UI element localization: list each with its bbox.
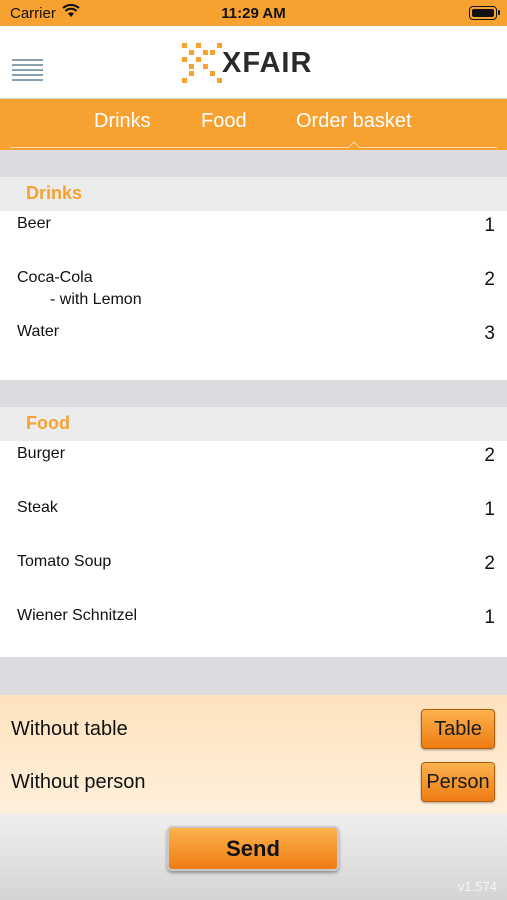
battery-icon bbox=[469, 6, 500, 20]
item-quantity: 2 bbox=[484, 269, 495, 290]
xfair-logo: XFAIR bbox=[180, 41, 312, 85]
xfair-logo-mark-icon bbox=[182, 43, 222, 83]
order-basket-list: Drinks Beer 1 Coca-Cola - with Lemon 2 W… bbox=[0, 150, 507, 657]
category-tabs: Drinks Food Order basket bbox=[0, 99, 507, 150]
tab-order-basket[interactable]: Order basket bbox=[296, 110, 412, 133]
version-label: v1.574 bbox=[457, 879, 497, 894]
list-item[interactable]: Wiener Schnitzel 1 bbox=[0, 603, 507, 657]
item-quantity: 2 bbox=[484, 553, 495, 574]
item-name: Wiener Schnitzel bbox=[17, 607, 138, 624]
tab-underline bbox=[10, 147, 497, 148]
section-header-food: Food bbox=[0, 407, 507, 441]
item-name: Burger bbox=[17, 445, 66, 462]
section-spacer bbox=[0, 150, 507, 177]
list-item[interactable]: Water 3 bbox=[0, 319, 507, 373]
item-quantity: 3 bbox=[484, 323, 495, 344]
drinks-list: Beer 1 Coca-Cola - with Lemon 2 Water 3 bbox=[0, 211, 507, 380]
section-header-drinks: Drinks bbox=[0, 177, 507, 211]
person-button[interactable]: Person bbox=[421, 762, 495, 802]
item-name: Beer bbox=[17, 215, 51, 232]
logo-text: XFAIR bbox=[222, 46, 313, 79]
clock: 11:29 AM bbox=[221, 5, 286, 22]
tab-food[interactable]: Food bbox=[201, 110, 247, 133]
send-button[interactable]: Send bbox=[167, 826, 339, 871]
food-list: Burger 2 Steak 1 Tomato Soup 2 Wiener Sc… bbox=[0, 441, 507, 657]
list-item[interactable]: Burger 2 bbox=[0, 441, 507, 495]
tab-drinks[interactable]: Drinks bbox=[94, 110, 151, 133]
table-status-label: Without table bbox=[11, 718, 128, 740]
app-header: XFAIR bbox=[0, 26, 507, 99]
item-quantity: 2 bbox=[484, 445, 495, 466]
list-item[interactable]: Steak 1 bbox=[0, 495, 507, 549]
footer-bar: Send v1.574 bbox=[0, 813, 507, 900]
list-item[interactable]: Coca-Cola - with Lemon 2 bbox=[0, 265, 507, 319]
list-end bbox=[0, 373, 507, 380]
person-status-label: Without person bbox=[11, 771, 146, 793]
item-name: Steak bbox=[17, 499, 58, 516]
order-options-panel: Without table Table Without person Perso… bbox=[0, 695, 507, 813]
status-bar: Carrier 11:29 AM bbox=[0, 0, 507, 26]
item-quantity: 1 bbox=[484, 607, 495, 628]
item-name: Water bbox=[17, 323, 60, 340]
hamburger-menu-icon[interactable] bbox=[12, 59, 43, 83]
item-quantity: 1 bbox=[484, 215, 495, 236]
item-quantity: 1 bbox=[484, 499, 495, 520]
item-name: Coca-Cola bbox=[17, 269, 93, 286]
list-item[interactable]: Tomato Soup 2 bbox=[0, 549, 507, 603]
table-button[interactable]: Table bbox=[421, 709, 495, 749]
item-name: Tomato Soup bbox=[17, 553, 112, 570]
selected-tab-caret-icon bbox=[348, 141, 360, 148]
list-item[interactable]: Beer 1 bbox=[0, 211, 507, 265]
item-option: - with Lemon bbox=[50, 291, 142, 308]
section-spacer bbox=[0, 380, 507, 407]
